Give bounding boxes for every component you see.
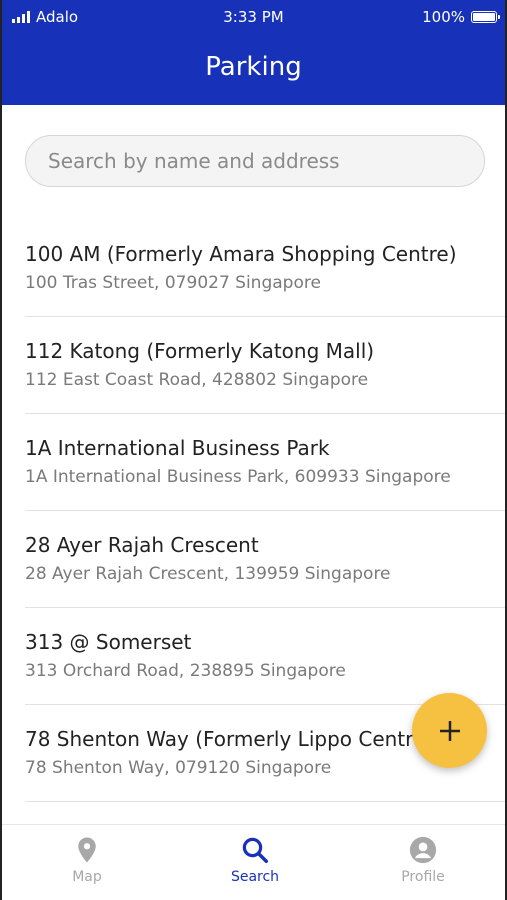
plus-icon xyxy=(439,720,460,741)
search-icon xyxy=(242,837,268,863)
parking-name: 28 Ayer Rajah Crescent xyxy=(25,533,259,557)
battery-percent: 100% xyxy=(422,8,465,26)
tab-label: Search xyxy=(230,869,280,885)
parking-address: 313 Orchard Road, 238895 Singapore xyxy=(25,661,346,681)
status-bar: Adalo 3:33 PM 100% xyxy=(2,0,505,34)
parking-name: 313 @ Somerset xyxy=(25,630,192,654)
parking-address: 112 East Coast Road, 428802 Singapore xyxy=(25,370,369,390)
parking-name: 1A International Business Park xyxy=(25,436,330,460)
parking-address: 28 Ayer Rajah Crescent, 139959 Singapore xyxy=(25,564,391,584)
app-header: Adalo 3:33 PM 100% Parking xyxy=(2,0,505,105)
parking-address: 1A International Business Park, 609933 S… xyxy=(25,467,451,487)
battery-icon xyxy=(471,11,500,23)
tab-profile[interactable]: Profile xyxy=(363,835,483,885)
bottom-tab-bar: Map Search Profile xyxy=(2,824,505,900)
parking-name: 112 Katong (Formerly Katong Mall) xyxy=(25,339,375,363)
parking-address: 100 Tras Street, 079027 Singapore xyxy=(25,273,321,293)
list-item[interactable]: 313 @ Somerset 313 Orchard Road, 238895 … xyxy=(25,608,505,705)
search-input[interactable] xyxy=(48,136,448,186)
app-screen: Adalo 3:33 PM 100% Parking 100 AM (Forme… xyxy=(2,0,505,900)
page-title: Parking xyxy=(205,52,302,82)
parking-name: 100 AM (Formerly Amara Shopping Centre) xyxy=(25,242,457,266)
tab-search[interactable]: Search xyxy=(195,835,315,885)
list-item[interactable]: 28 Ayer Rajah Crescent 28 Ayer Rajah Cre… xyxy=(25,511,505,608)
search-bar[interactable] xyxy=(25,135,485,187)
list-item[interactable]: 1A International Business Park 1A Intern… xyxy=(25,414,505,511)
tab-map[interactable]: Map xyxy=(27,835,147,885)
parking-name: 78 Shenton Way (Formerly Lippo Centre) xyxy=(25,727,434,751)
list-item[interactable]: 112 Katong (Formerly Katong Mall) 112 Ea… xyxy=(25,317,505,414)
add-parking-button[interactable] xyxy=(412,693,487,768)
tab-label: Profile xyxy=(401,869,445,885)
list-item[interactable]: 100 AM (Formerly Amara Shopping Centre) … xyxy=(25,220,505,317)
parking-address: 78 Shenton Way, 079120 Singapore xyxy=(25,758,332,778)
tab-label: Map xyxy=(72,869,102,885)
map-pin-icon xyxy=(78,837,96,863)
profile-icon xyxy=(409,836,437,864)
